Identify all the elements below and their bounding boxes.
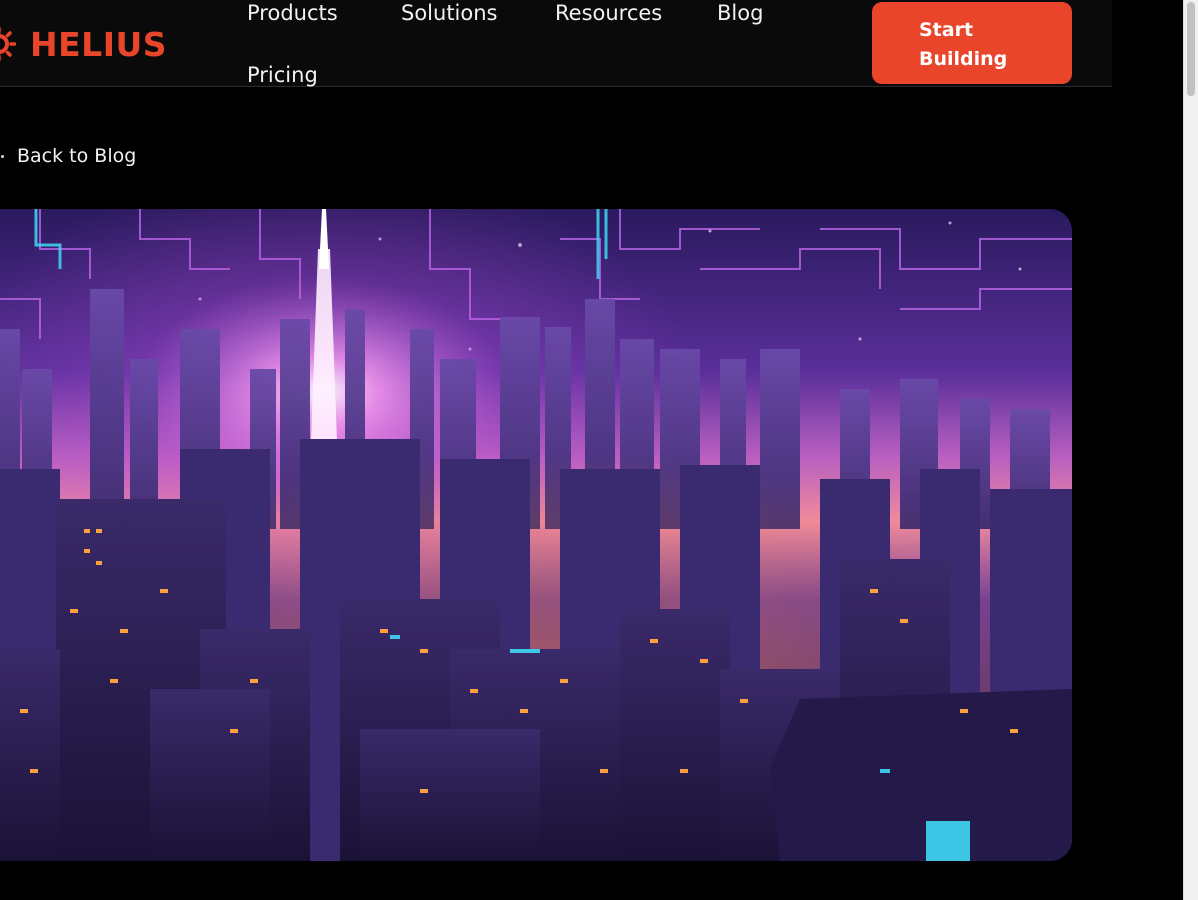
cover-image bbox=[0, 209, 1072, 861]
helius-sun-logo-icon bbox=[0, 27, 16, 61]
brand-name: HELIUS bbox=[30, 25, 168, 64]
cta-label-line2: Building bbox=[919, 48, 1008, 70]
nav-blog[interactable]: Blog bbox=[717, 0, 763, 26]
cyberpunk-city-illustration bbox=[0, 209, 1072, 861]
nav-products[interactable]: Products bbox=[247, 0, 338, 26]
start-building-button[interactable]: Start Building bbox=[872, 2, 1072, 84]
back-to-blog-label: Back to Blog bbox=[17, 145, 137, 167]
site-header: HELIUS Products Solutions Resources Blog… bbox=[0, 0, 1112, 87]
scrollbar-thumb[interactable] bbox=[1187, 2, 1195, 96]
cta-label-line1: Start bbox=[919, 19, 974, 41]
page: HELIUS Products Solutions Resources Blog… bbox=[0, 0, 1198, 900]
vertical-scrollbar[interactable] bbox=[1183, 0, 1198, 900]
arrow-left-icon bbox=[1, 155, 4, 158]
nav-resources[interactable]: Resources bbox=[555, 0, 662, 26]
nav-solutions[interactable]: Solutions bbox=[401, 0, 498, 26]
nav-pricing[interactable]: Pricing bbox=[247, 62, 318, 88]
